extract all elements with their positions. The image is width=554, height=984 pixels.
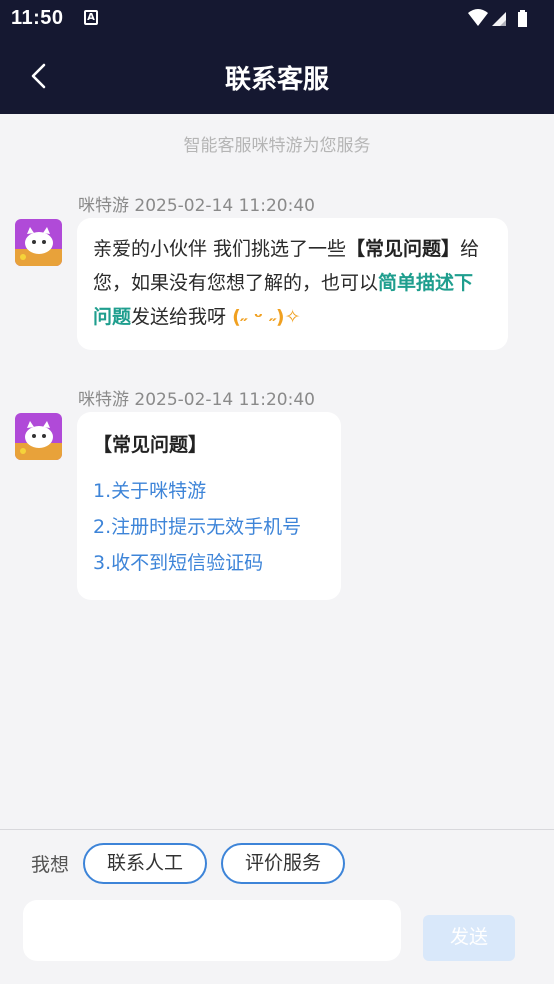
bot-avatar — [15, 413, 62, 460]
faq-title: 【常见问题】 — [93, 434, 208, 456]
message-text: 亲爱的小伙伴 我们挑选了一些【常见问题】给您，如果没有您想了解的，也可以简单描述… — [93, 238, 480, 328]
chat-input-area: 我想 联系人工 评价服务 发送 — [0, 829, 554, 984]
message-bubble: 亲爱的小伙伴 我们挑选了一些【常见问题】给您，如果没有您想了解的，也可以简单描述… — [77, 218, 508, 350]
faq-item[interactable]: 2.注册时提示无效手机号 — [93, 509, 325, 545]
contact-agent-button[interactable]: 联系人工 — [83, 843, 207, 884]
status-bar: 11:50 A — [0, 0, 554, 40]
message-meta: 咪特游 2025-02-14 11:20:40 — [78, 390, 315, 410]
faq-item[interactable]: 3.收不到短信验证码 — [93, 545, 325, 581]
rate-service-button[interactable]: 评价服务 — [221, 843, 345, 884]
message-input[interactable] — [23, 900, 401, 961]
cat-mascot-icon — [15, 219, 62, 266]
status-icons — [466, 8, 544, 34]
message-meta: 咪特游 2025-02-14 11:20:40 — [78, 196, 315, 216]
wifi-icon — [468, 9, 488, 26]
faq-bubble: 【常见问题】 1.关于咪特游 2.注册时提示无效手机号 3.收不到短信验证码 — [77, 412, 341, 600]
signal-icon — [492, 12, 506, 26]
page-title: 联系客服 — [224, 65, 329, 95]
send-button[interactable]: 发送 — [423, 915, 515, 961]
emoticon: (˶ ᵕ ˶)✧ — [232, 306, 301, 328]
app-header: 联系客服 — [0, 40, 554, 114]
cat-mascot-icon — [15, 413, 62, 460]
battery-icon — [518, 10, 527, 27]
accessibility-icon: A — [84, 10, 98, 25]
status-time: 11:50 — [11, 7, 64, 29]
faq-item[interactable]: 1.关于咪特游 — [93, 473, 325, 509]
quick-action-label: 我想 — [31, 854, 70, 876]
service-notice: 智能客服咪特游为您服务 — [183, 136, 371, 156]
bot-avatar — [15, 219, 62, 266]
